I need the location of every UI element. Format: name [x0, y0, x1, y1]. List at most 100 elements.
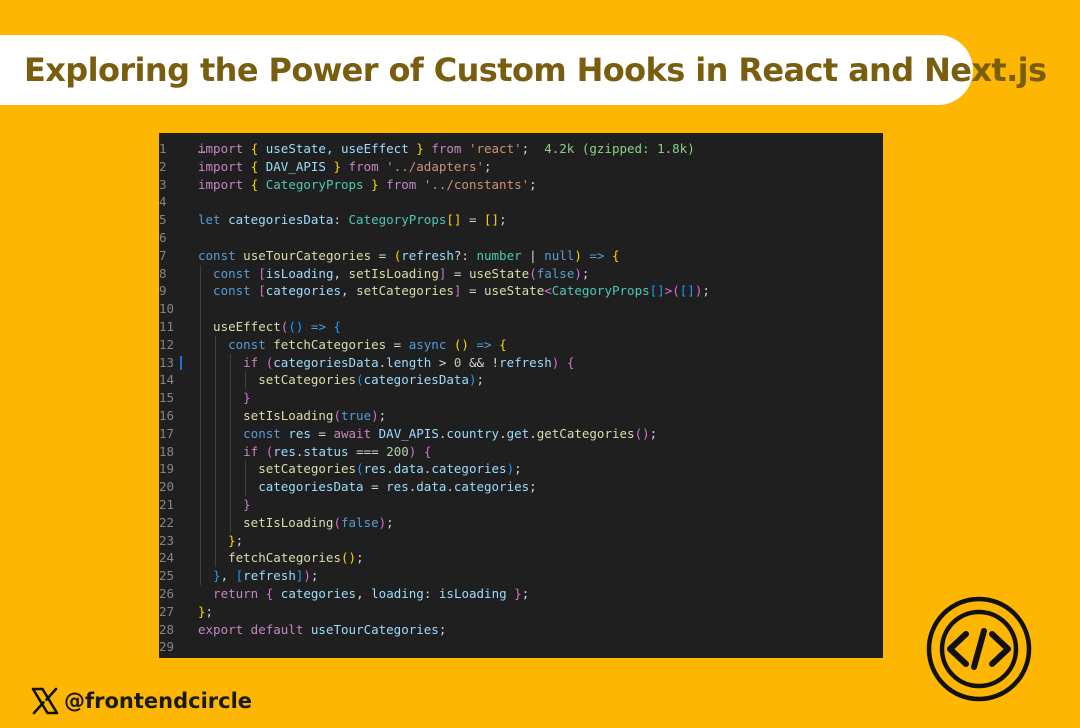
code-text: setIsLoading(true);	[198, 407, 386, 425]
code-line: 24 fetchCategories();	[159, 549, 883, 567]
code-text: import { useState, useEffect } from 'rea…	[198, 140, 695, 158]
code-token: ;	[702, 283, 710, 299]
line-number: 20	[159, 479, 175, 495]
code-text: const res = await DAV_APIS.country.get.g…	[198, 425, 657, 443]
line-number: 7	[159, 247, 167, 263]
code-token: categories	[265, 283, 342, 299]
code-line: 1 import { useState, useEffect } from 're…	[159, 140, 883, 158]
line-number: 25	[159, 568, 175, 584]
code-token: getCategories	[536, 425, 635, 441]
code-token: [	[258, 265, 266, 281]
code-token: length	[386, 354, 432, 370]
code-token: categoriesData	[198, 479, 364, 495]
code-token: const	[198, 283, 251, 299]
code-line: 5 let categoriesData: CategoryProps[] = […	[159, 211, 883, 229]
code-token: false	[341, 514, 379, 530]
code-token: ===	[348, 443, 387, 459]
code-token: =	[461, 212, 485, 228]
code-line: 8 const [isLoading, setIsLoading] = useS…	[159, 265, 883, 283]
code-text: setCategories(categoriesData);	[198, 371, 484, 389]
code-token: await	[333, 425, 372, 441]
code-token: true	[341, 408, 372, 423]
code-line: 18 if (res.status === 200) {	[159, 443, 883, 461]
code-token: .	[499, 425, 507, 441]
code-token: :	[423, 586, 439, 601]
code-token: ;	[235, 532, 244, 548]
title-banner: Exploring the Power of Custom Hooks in R…	[0, 35, 1047, 105]
code-token: categoriesData	[273, 354, 379, 370]
code-token: async	[408, 336, 447, 352]
code-line: 12 const fetchCategories = async () => {	[159, 336, 883, 354]
code-line: 23 };	[159, 532, 883, 550]
code-token: ,	[333, 265, 349, 281]
code-token: let	[198, 212, 221, 228]
code-text: categoriesData = res.data.categories;	[198, 478, 537, 496]
line-number: 12	[159, 336, 175, 352]
code-token: =	[386, 336, 409, 352]
indent-guide	[200, 264, 201, 585]
code-token: ,	[356, 586, 372, 601]
line-number: 26	[159, 586, 175, 601]
code-token: refresh	[243, 568, 296, 584]
code-token: []	[446, 212, 462, 228]
line-number: 6	[159, 230, 167, 245]
code-line: 17 const res = await DAV_APIS.country.ge…	[159, 425, 883, 443]
code-token: ;	[438, 621, 447, 637]
code-token: 200	[386, 443, 409, 459]
code-token: useState	[468, 265, 530, 281]
line-number: 8	[159, 265, 167, 281]
code-token: |	[521, 247, 545, 263]
code-token: )	[574, 247, 582, 263]
code-token: {	[566, 354, 575, 370]
line-number: 17	[159, 425, 175, 441]
line-number: 9	[159, 283, 167, 299]
code-token: .	[386, 461, 394, 477]
code-token: CategoryProps	[551, 283, 650, 299]
code-text: }	[198, 389, 251, 407]
code-token: categoriesData	[220, 212, 334, 228]
code-token: ;	[499, 212, 507, 228]
code-token: data	[393, 461, 424, 477]
code-token: categoriesData	[363, 372, 469, 388]
code-token: ,	[220, 568, 236, 584]
code-token: setIsLoading	[198, 408, 334, 423]
code-token: ()	[341, 550, 357, 566]
code-token: default	[243, 621, 311, 637]
code-token: setCategories	[198, 372, 357, 388]
code-token: }	[198, 603, 206, 619]
code-token: .	[529, 425, 537, 441]
code-token: null	[544, 247, 575, 263]
code-token: ;	[529, 479, 537, 495]
code-line: 27};	[159, 603, 883, 621]
code-token: setIsLoading	[198, 514, 334, 530]
code-token: (	[356, 461, 364, 477]
code-token: status	[303, 443, 349, 459]
code-editor[interactable]: … 1 import { useState, useEffect } from '…	[159, 133, 883, 658]
code-token: number	[476, 247, 522, 263]
code-token: (	[356, 372, 364, 388]
code-token: from	[423, 141, 469, 156]
code-token: const	[198, 425, 281, 441]
code-token: ;	[378, 408, 387, 423]
code-token: =	[461, 283, 485, 299]
code-token: CategoryProps	[258, 176, 372, 192]
code-token: useEffect	[198, 319, 281, 334]
code-token: fetchCategories	[198, 550, 341, 566]
code-token: =	[363, 479, 387, 495]
code-token: DAV_APIS	[371, 425, 439, 441]
line-number: 10	[159, 301, 175, 317]
line-number: 15	[159, 390, 175, 406]
code-text: fetchCategories();	[198, 549, 364, 567]
code-line: 6	[159, 229, 883, 247]
line-number: 22	[159, 514, 175, 530]
code-text: setIsLoading(false);	[198, 514, 394, 532]
code-line: 3 import { CategoryProps } from '../const…	[159, 176, 883, 194]
code-token: res	[273, 443, 296, 459]
code-line: 15 }	[159, 389, 883, 407]
code-text: if (categoriesData.length > 0 && !refres…	[198, 354, 574, 372]
